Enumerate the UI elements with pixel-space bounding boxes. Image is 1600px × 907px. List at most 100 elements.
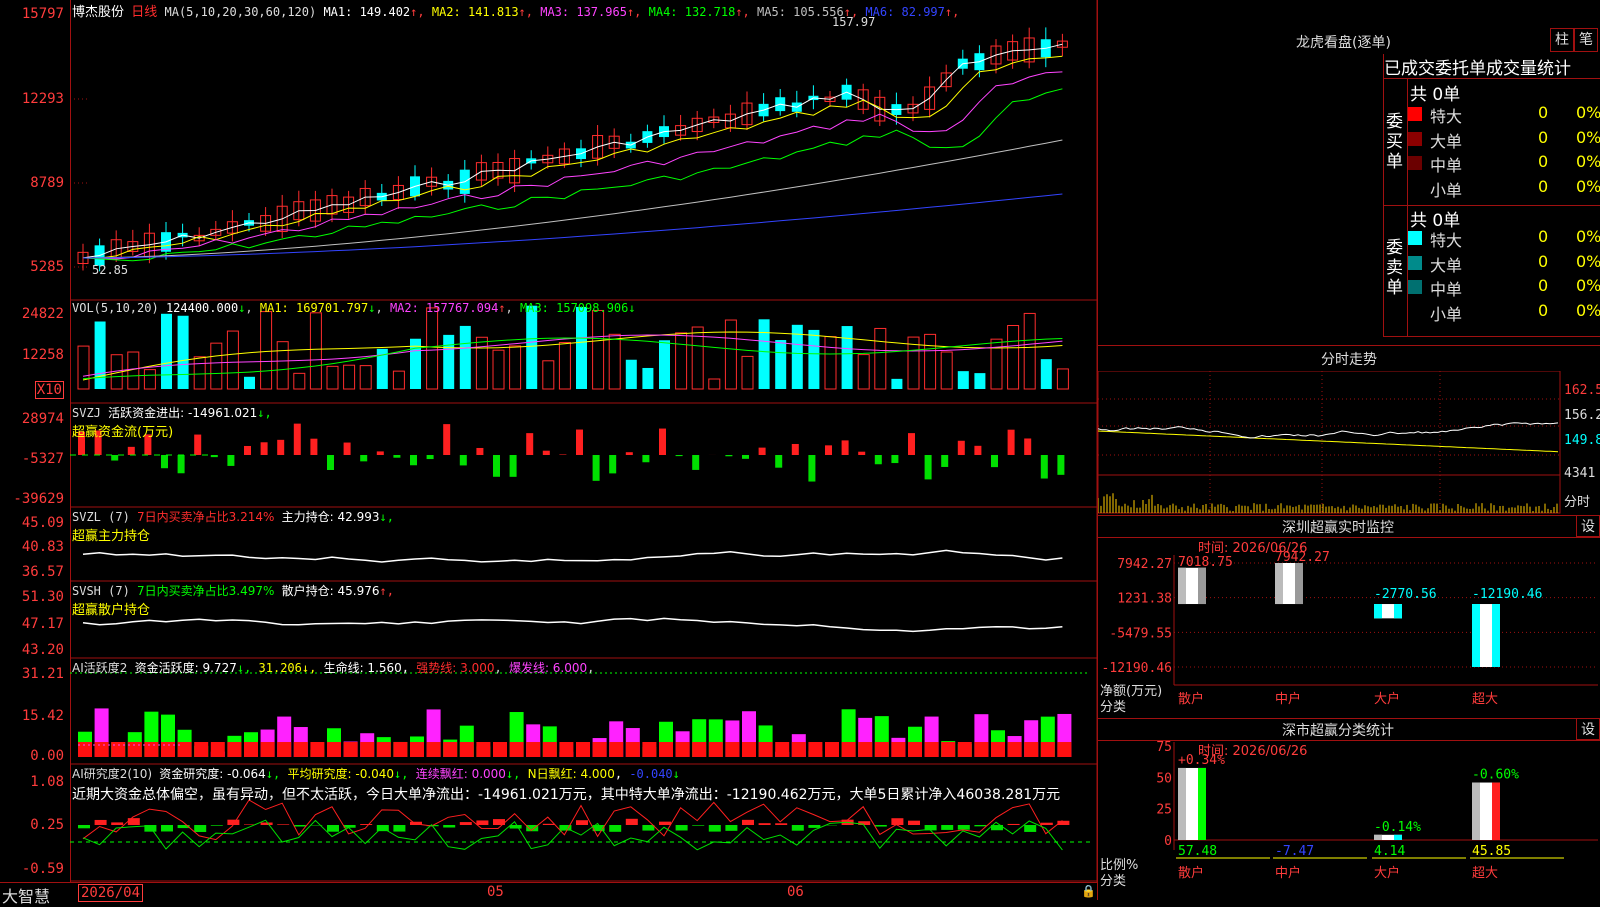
activity-base-bar	[559, 742, 573, 757]
ai-research-arrow: ↓,	[266, 767, 280, 781]
kline-chart[interactable]	[70, 0, 1098, 882]
intraday-y-label: 156.2	[1564, 408, 1600, 423]
fund-flow-bar	[559, 454, 566, 455]
svzj-y-label: 28974	[22, 411, 64, 427]
cls-value-label: 4.14	[1374, 844, 1405, 859]
ai-active-text1: 资金活跃度: 9.727	[135, 661, 237, 675]
volume-bar	[609, 334, 620, 389]
activity-base-bar	[360, 742, 374, 757]
svzj-arrow: ↓,	[257, 406, 271, 420]
volume-bar	[1024, 313, 1035, 389]
cls-bar-edge	[1394, 835, 1402, 840]
ma-line-3	[83, 72, 1062, 259]
intraday-panel: 分时走势 162.5 156.2 149.8 4341 分时	[1098, 345, 1600, 516]
volume-bar	[144, 370, 155, 389]
volume-bar	[211, 343, 222, 389]
cls-y-label: 75	[1156, 740, 1172, 755]
volume-bar	[842, 326, 853, 389]
stock-name[interactable]: 博杰股份	[72, 5, 124, 20]
table-bottom-border	[1383, 336, 1600, 337]
vol-unit: X10	[35, 381, 64, 399]
ai-research-label: AI研究度2(10)	[72, 767, 152, 781]
sell-label: 大单	[1430, 252, 1462, 276]
sell-side-label: 委卖单	[1386, 238, 1404, 298]
svzl-y-label: 45.09	[22, 515, 64, 531]
pen-mode-button[interactable]: 笔	[1574, 28, 1598, 52]
intraday-y-label: 4341	[1564, 466, 1595, 481]
volume-bar	[427, 308, 438, 389]
sz-bar-edge	[1394, 604, 1402, 618]
sell-label: 小单	[1430, 301, 1462, 325]
volume-bar	[327, 366, 338, 389]
volume-bar	[460, 326, 471, 389]
activity-base-bar	[842, 742, 856, 757]
research-bar	[161, 825, 173, 831]
ai-active-label: AI活跃度2	[72, 661, 127, 675]
svzl-arrow: ↓,	[380, 510, 394, 524]
fund-flow-bar	[891, 455, 898, 463]
activity-base-bar	[144, 742, 158, 757]
research-bar	[78, 825, 90, 828]
fund-flow-bar	[576, 430, 583, 455]
volume-bar	[974, 373, 985, 389]
sell-row: 小单00%	[1408, 300, 1600, 324]
fund-flow-bar	[493, 455, 500, 477]
ma-arrow: ↑,	[410, 5, 432, 19]
buy-row: 中单00%	[1408, 151, 1600, 175]
svzj-text: 活跃资金进出: -14961.021	[108, 406, 257, 420]
x-axis: 大智慧 2026/04 05 06 🔒	[0, 882, 1098, 901]
research-bar	[626, 819, 638, 825]
fund-flow-bar	[1024, 438, 1031, 455]
activity-base-bar	[261, 742, 275, 757]
period-label[interactable]: 日线	[131, 5, 157, 20]
sell-percent: 0%	[1576, 301, 1600, 320]
ai-research-arrow: ↓,	[506, 767, 520, 781]
sz-bar-edge	[1472, 604, 1480, 667]
volume-bar	[178, 316, 189, 389]
bar-mode-button[interactable]: 柱	[1550, 28, 1574, 52]
activity-base-bar	[460, 742, 474, 757]
fund-flow-bar	[626, 452, 633, 455]
volume-bar	[875, 328, 886, 389]
activity-base-bar	[476, 742, 490, 757]
volume-bar	[261, 312, 272, 389]
activity-base-bar	[194, 742, 208, 757]
research-bar	[974, 825, 986, 826]
price-y-label: 8789	[30, 175, 64, 191]
ai-research-arrow: ↓	[673, 767, 680, 781]
activity-base-bar	[211, 742, 225, 757]
activity-base-bar	[78, 742, 92, 757]
intraday-unit: 分时	[1564, 491, 1590, 510]
fund-flow-bar	[875, 455, 882, 464]
research-bar	[1008, 824, 1020, 825]
lock-icon[interactable]: 🔒	[1081, 884, 1096, 898]
svzl-text2: 主力持仓: 42.993	[282, 510, 380, 524]
cls-bar-edge	[1492, 783, 1500, 840]
fund-flow-bar	[991, 455, 998, 467]
activity-base-bar	[510, 742, 524, 757]
fund-flow-bar	[775, 455, 782, 468]
price-y-label: 15797	[22, 6, 64, 22]
research-bar	[659, 822, 671, 825]
volume-bar	[759, 319, 770, 389]
ai-research-text5: -0.040	[629, 767, 672, 781]
fund-flow-bar	[593, 455, 600, 481]
buy-value: 0	[1538, 152, 1548, 171]
low-price-marker: 52.85	[92, 263, 128, 277]
retail-holding-line	[83, 618, 1062, 631]
ai-active-y-label: 15.42	[22, 708, 64, 724]
ai-research-text3: 连续飘红: 0.000	[416, 767, 506, 781]
sz-bar-edge	[1295, 563, 1303, 604]
vol-y-label: 24822	[22, 306, 64, 322]
fund-flow-bar	[393, 455, 400, 458]
activity-base-bar	[709, 742, 723, 757]
vol-value: 124400.000	[166, 301, 238, 315]
ma-line-5	[83, 140, 1062, 258]
fund-flow-bar	[510, 455, 517, 477]
research-bar	[543, 824, 555, 825]
ma-arrow: ↑,	[519, 5, 541, 19]
intraday-chart[interactable]	[1098, 371, 1600, 515]
sell-value: 0	[1538, 227, 1548, 246]
sz-monitor-panel: 深圳超赢实时监控 设 时间: 2026/06/26 7942.271231.38…	[1098, 515, 1600, 719]
activity-base-bar	[775, 742, 789, 757]
